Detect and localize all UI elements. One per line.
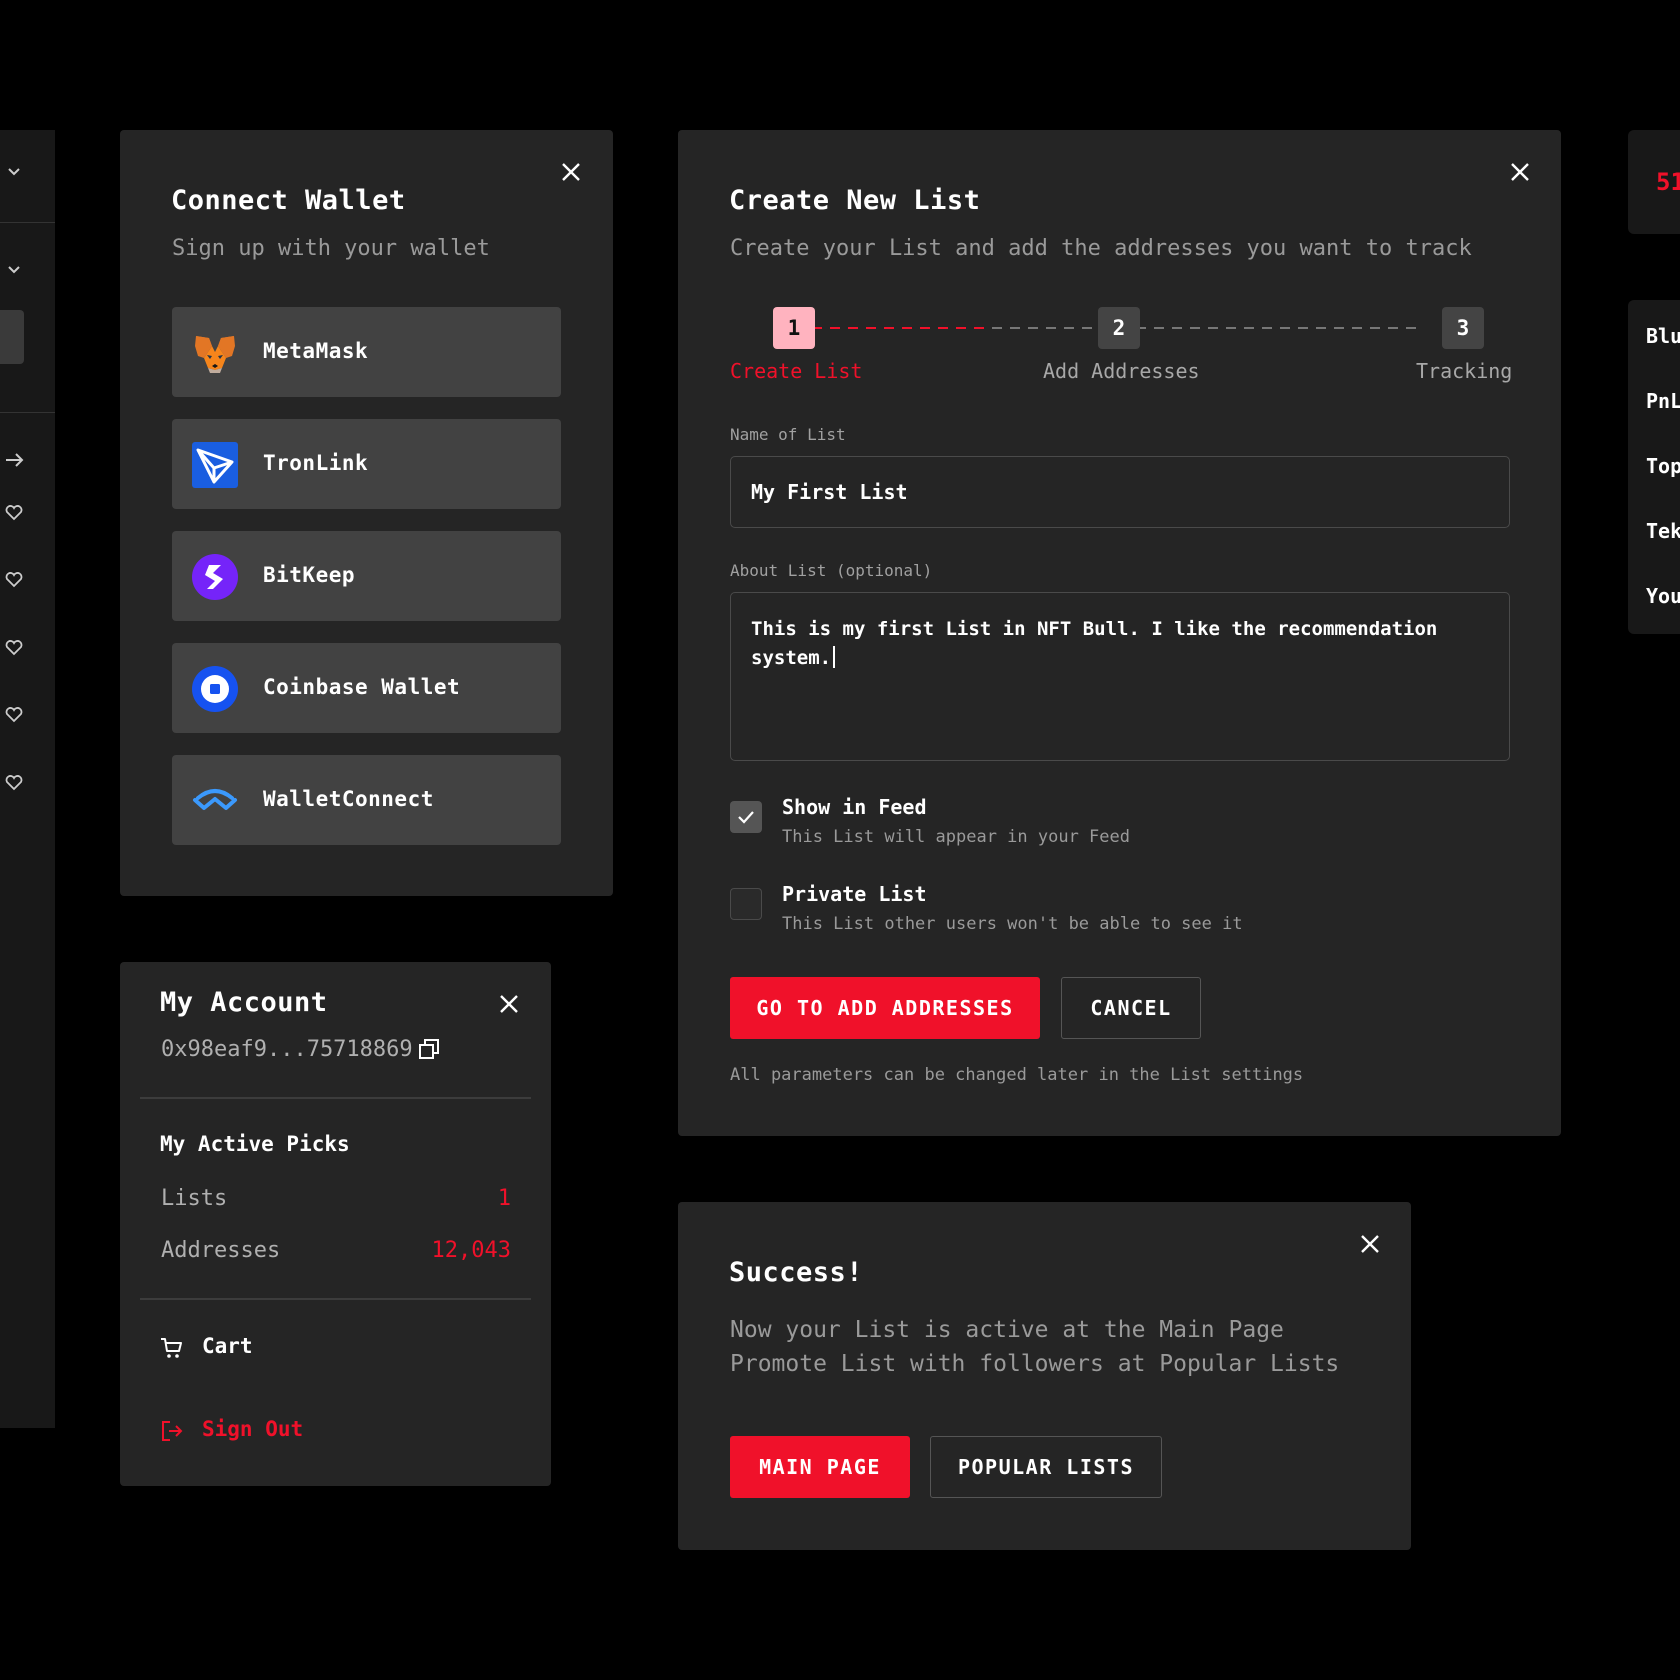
connect-wallet-modal: Connect Wallet Sign up with your wallet … — [120, 130, 613, 896]
stat-value-lists: 1 — [497, 1186, 511, 1211]
about-field-label: About List (optional) — [730, 561, 933, 580]
chevron-down-icon[interactable] — [4, 260, 28, 284]
close-icon[interactable] — [559, 160, 583, 184]
list-item[interactable]: You — [1646, 584, 1680, 608]
left-sidebar-partial — [0, 130, 55, 1428]
success-modal: Success! Now your List is active at the … — [678, 1202, 1411, 1550]
modal-title: Create New List — [729, 185, 981, 216]
list-item[interactable]: PnL — [1646, 389, 1680, 413]
my-account-panel: My Account 0x98eaf9...75718869 My Active… — [120, 962, 551, 1486]
bitkeep-icon — [192, 554, 238, 600]
cart-icon — [160, 1336, 184, 1360]
wallet-option-bitkeep[interactable]: BitKeep — [172, 531, 561, 621]
sign-out-link[interactable]: Sign Out — [160, 1411, 400, 1451]
modal-title: Connect Wallet — [171, 185, 406, 216]
name-input[interactable]: My First List — [730, 456, 1510, 528]
step-3-label: Tracking — [1416, 359, 1513, 383]
list-item[interactable]: Tek — [1646, 519, 1680, 543]
cart-link[interactable]: Cart — [160, 1328, 400, 1368]
wallet-option-tronlink[interactable]: TronLink — [172, 419, 561, 509]
name-field-label: Name of List — [730, 425, 846, 444]
wallet-label: Coinbase Wallet — [263, 675, 461, 699]
private-list-description: This List other users won't be able to s… — [782, 914, 1243, 934]
step-1-label: Create List — [730, 359, 863, 383]
step-2-badge: 2 — [1098, 307, 1140, 349]
show-in-feed-description: This List will appear in your Feed — [782, 827, 1130, 847]
metamask-icon — [192, 330, 238, 376]
main-page-button[interactable]: MAIN PAGE — [730, 1436, 910, 1498]
wallet-option-metamask[interactable]: MetaMask — [172, 307, 561, 397]
section-title: My Active Picks — [160, 1132, 350, 1156]
divider — [140, 1298, 531, 1300]
sidebar-button-partial[interactable] — [0, 310, 24, 364]
stat-label-lists: Lists — [161, 1186, 228, 1211]
wallet-label: BitKeep — [263, 563, 356, 587]
tronlink-icon — [192, 442, 238, 488]
about-textarea-value: This is my first List in NFT Bull. I lik… — [751, 618, 1438, 669]
modal-title: Success! — [729, 1257, 864, 1288]
divider — [0, 412, 55, 413]
stat-value-addresses: 12,043 — [431, 1238, 511, 1263]
wallet-label: WalletConnect — [263, 787, 434, 811]
name-input-value: My First List — [751, 480, 908, 504]
modal-subtitle: Sign up with your wallet — [172, 236, 490, 261]
wallet-label: TronLink — [263, 451, 369, 475]
right-panel-partial-top: 51 — [1628, 130, 1680, 234]
private-list-checkbox[interactable] — [730, 888, 762, 920]
private-list-title: Private List — [782, 882, 927, 906]
show-in-feed-checkbox[interactable] — [730, 801, 762, 833]
show-in-feed-title: Show in Feed — [782, 795, 927, 819]
copy-icon[interactable] — [417, 1037, 443, 1063]
success-message-line-1: Now your List is active at the Main Page — [730, 1317, 1284, 1343]
sign-out-label: Sign Out — [202, 1417, 304, 1441]
step-2-label: Add Addresses — [1043, 359, 1200, 383]
divider — [140, 1097, 531, 1099]
divider — [0, 222, 55, 223]
panel-title: My Account — [160, 987, 328, 1018]
about-textarea[interactable]: This is my first List in NFT Bull. I lik… — [730, 592, 1510, 761]
cart-label: Cart — [202, 1334, 253, 1358]
coinbase-icon — [192, 666, 238, 712]
stat-label-addresses: Addresses — [161, 1238, 281, 1263]
cancel-button[interactable]: CANCEL — [1061, 977, 1201, 1039]
step-3-badge: 3 — [1442, 307, 1484, 349]
right-panel-partial-list: Blu PnL Top Tek You — [1628, 300, 1680, 634]
heart-icon[interactable] — [4, 705, 28, 729]
close-icon[interactable] — [1508, 160, 1532, 184]
success-message-line-2: Promote List with followers at Popular L… — [730, 1351, 1340, 1377]
close-icon[interactable] — [497, 992, 521, 1016]
heart-icon[interactable] — [4, 773, 28, 797]
modal-subtitle: Create your List and add the addresses y… — [730, 236, 1472, 261]
wallet-label: MetaMask — [263, 339, 369, 363]
step-1-badge: 1 — [773, 307, 815, 349]
wallet-option-walletconnect[interactable]: WalletConnect — [172, 755, 561, 845]
heart-icon[interactable] — [4, 570, 28, 594]
check-icon — [738, 811, 754, 824]
list-item[interactable]: Top — [1646, 454, 1680, 478]
wallet-address: 0x98eaf9...75718869 — [161, 1037, 413, 1062]
popular-lists-button[interactable]: POPULAR LISTS — [930, 1436, 1162, 1498]
heart-icon[interactable] — [4, 503, 28, 527]
arrow-right-icon[interactable] — [4, 450, 28, 474]
heart-icon[interactable] — [4, 638, 28, 662]
chevron-down-icon[interactable] — [4, 162, 28, 186]
go-to-add-addresses-button[interactable]: GO TO ADD ADDRESSES — [730, 977, 1040, 1039]
walletconnect-icon — [192, 778, 238, 824]
logout-icon — [160, 1419, 184, 1443]
close-icon[interactable] — [1358, 1232, 1382, 1256]
create-list-modal: Create New List Create your List and add… — [678, 130, 1561, 1136]
partial-value: 51 — [1656, 168, 1680, 196]
footnote: All parameters can be changed later in t… — [730, 1065, 1304, 1085]
list-item[interactable]: Blu — [1646, 324, 1680, 348]
wallet-option-coinbase[interactable]: Coinbase Wallet — [172, 643, 561, 733]
